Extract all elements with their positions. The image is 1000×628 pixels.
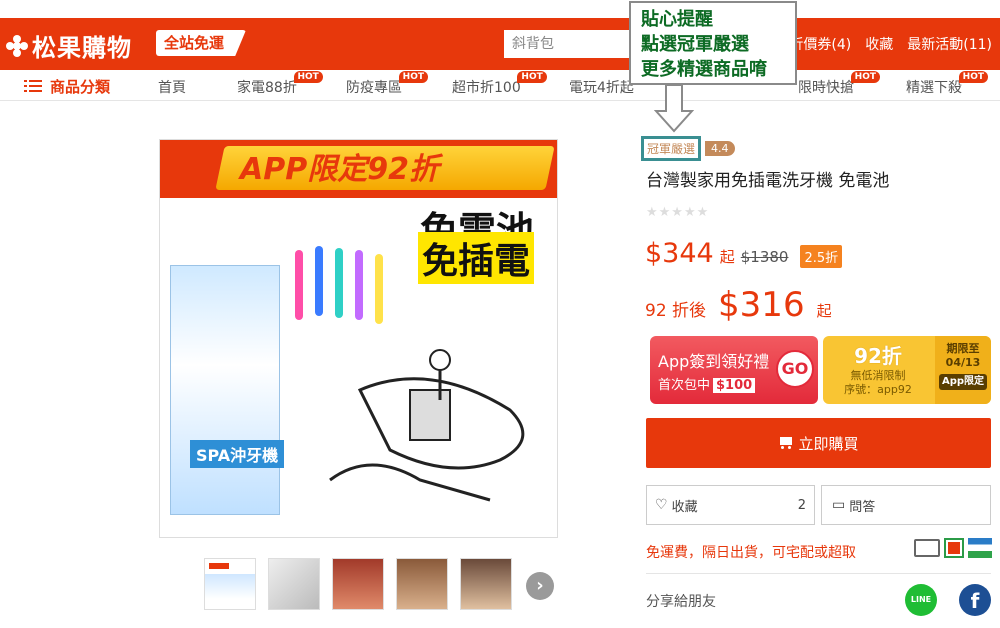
nav-item-games[interactable]: 電玩4折起 [569,77,634,97]
thumbnail[interactable] [268,558,320,610]
price-row: $344 起 $1380 2.5折 [645,238,843,269]
tip-callout: 貼心提醒 點選冠軍嚴選 更多精選商品唷 [629,1,797,85]
favorite-label: 收藏 [671,499,698,515]
after-price-suffix: 起 [816,302,832,320]
cart-icon [778,437,793,449]
go-button[interactable]: GO [776,350,814,388]
category-nav: 商品分類 首頁 家電88折 HOT 防疫專區 HOT 超市折100 HOT 電玩4折起… [0,70,1000,101]
image-subtext: 免插電 [418,232,535,284]
menu-icon [24,80,42,93]
share-label: 分享給朋友 [646,594,716,610]
chevron-right-icon[interactable]: › [526,572,554,600]
promo-subtitle: 首次包中 $100 [658,374,756,393]
qa-button[interactable]: ▭ 問答 [821,485,991,525]
logo-text: 松果購物 [32,34,132,62]
coupon-expiry: 期限至 04/13 App限定 [935,336,991,404]
promo-title: App簽到領好禮 [658,352,770,371]
callout-line: 貼心提醒 [641,9,713,30]
facebook-share-icon[interactable]: f [959,584,991,616]
app-only-badge: App限定 [938,374,988,390]
callout-line: 點選冠軍嚴選 [641,34,749,55]
original-price: $1380 [740,248,789,266]
app-checkin-promo[interactable]: App簽到領好禮 首次包中 $100 GO [650,336,818,404]
down-arrow-icon [654,85,694,133]
discount-badge: 2.5折 [800,245,843,268]
coupon-main: 92折 無低消限制 序號：app92 [823,336,933,404]
nav-item-supermarket[interactable]: 超市折100 HOT [452,71,547,97]
favorites-link[interactable]: 收藏 [865,34,893,54]
after-discount-row: 92 折後 $316 起 [645,285,832,325]
image-banner: APP限定92折 [160,140,557,198]
banner-text: APP限定92折 [240,152,439,187]
pinecone-icon [6,34,28,57]
familymart-icon [968,538,992,558]
faucet-sketch [329,349,525,502]
badge-row: 冠軍嚴選 4.4 [641,136,735,161]
chat-icon: ▭ [832,497,846,513]
after-discount-price: $316 [718,285,805,325]
nav-item-appliances[interactable]: 家電88折 HOT [237,71,323,97]
header-links: 折價券(4) 收藏 最新活動(11) [789,34,992,54]
hot-badge: HOT [850,71,880,83]
thumbnail[interactable] [396,558,448,610]
price-suffix: 起 [719,248,735,266]
line-share-icon[interactable]: LINE [905,584,937,616]
coupon-code: 序號：app92 [844,383,912,396]
site-logo[interactable]: 松果購物 [6,28,132,63]
box-label: SPA沖牙機 [190,440,285,468]
after-discount-label: 92 折後 [645,301,707,321]
seven-eleven-icon [944,538,964,558]
free-shipping-tag[interactable]: 全站免運 [156,30,247,56]
hot-badge: HOT [293,71,323,83]
category-label: 商品分類 [50,78,111,96]
divider [646,573,991,574]
product-main-image[interactable]: APP限定92折 免電池 免插電 SPA沖牙機 [159,139,558,538]
qa-label: 問答 [849,499,876,515]
shipping-info: 免運費，隔日出貨，可宅配或超取 [646,545,856,561]
favorite-button[interactable]: ♡ 收藏 2 [646,485,815,525]
product-box-illustration [170,265,280,515]
events-link[interactable]: 最新活動(11) [907,34,992,54]
search-input[interactable]: 斜背包 [504,30,630,58]
heart-icon: ♡ [655,497,668,513]
rating-badge: 4.4 [705,141,735,156]
champion-badge[interactable]: 冠軍嚴選 [641,136,702,161]
coupon-condition: 無低消限制 [850,369,906,382]
nav-item-flash-sale[interactable]: 限時快搶 HOT [798,71,880,97]
thumbnail[interactable] [204,558,256,610]
price: $344 [645,238,714,269]
coupon-link[interactable]: 折價券(4) [789,34,851,54]
hot-badge: HOT [517,71,547,83]
buy-now-label: 立即購買 [798,434,859,453]
shipping-icons [914,538,992,558]
category-menu-button[interactable]: 商品分類 [24,76,110,97]
star-rating: ★★★★★ [646,205,710,220]
promo-amount: $100 [713,378,756,393]
callout-line: 更多精選商品唷 [641,59,767,80]
nav-item-featured[interactable]: 精選下殺 HOT [906,71,988,97]
product-title: 台灣製家用免插電洗牙機 免電池 [646,171,890,191]
truck-icon [914,539,940,557]
buy-now-button[interactable]: 立即購買 [646,418,991,468]
hot-badge: HOT [398,71,428,83]
site-header: 松果購物 全站免運 斜背包 折價券(4) 收藏 最新活動(11) [0,18,1000,70]
nav-item-epidemic[interactable]: 防疫專區 HOT [346,71,428,97]
coupon-discount: 92折 [854,344,902,368]
thumbnail-strip [204,558,512,610]
thumbnail[interactable] [460,558,512,610]
nav-item-home[interactable]: 首頁 [158,77,186,97]
coupon-promo[interactable]: 92折 無低消限制 序號：app92 期限至 04/13 App限定 [823,336,991,404]
favorite-count: 2 [797,497,806,513]
hot-badge: HOT [958,71,988,83]
thumbnail[interactable] [332,558,384,610]
